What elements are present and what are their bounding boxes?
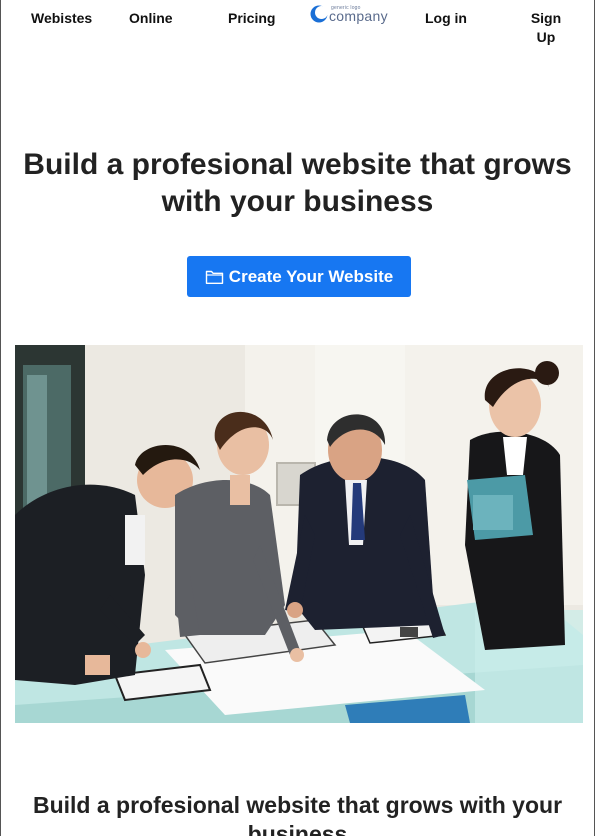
- folder-icon: [205, 270, 223, 284]
- create-website-button[interactable]: Create Your Website: [187, 256, 411, 297]
- nav-websites-link[interactable]: Webistes: [31, 9, 92, 28]
- create-website-label: Create Your Website: [228, 266, 394, 286]
- nav-signup-link[interactable]: Sign Up: [529, 9, 563, 47]
- top-nav: Webistes Online Pricing generic logo com…: [1, 0, 594, 50]
- nav-pricing-link[interactable]: Pricing: [228, 9, 275, 28]
- nav-online-link[interactable]: Online: [129, 9, 173, 28]
- company-logo[interactable]: generic logo company: [310, 4, 390, 26]
- team-meeting-image: [15, 345, 583, 723]
- logo-wordmark: company: [329, 8, 388, 24]
- hero-title: Build a profesional website that grows w…: [23, 148, 572, 219]
- nav-login-link[interactable]: Log in: [425, 9, 467, 28]
- page: Webistes Online Pricing generic logo com…: [0, 0, 595, 836]
- logo-mark-icon: [310, 5, 328, 23]
- section-title: Build a profesional website that grows w…: [32, 792, 563, 836]
